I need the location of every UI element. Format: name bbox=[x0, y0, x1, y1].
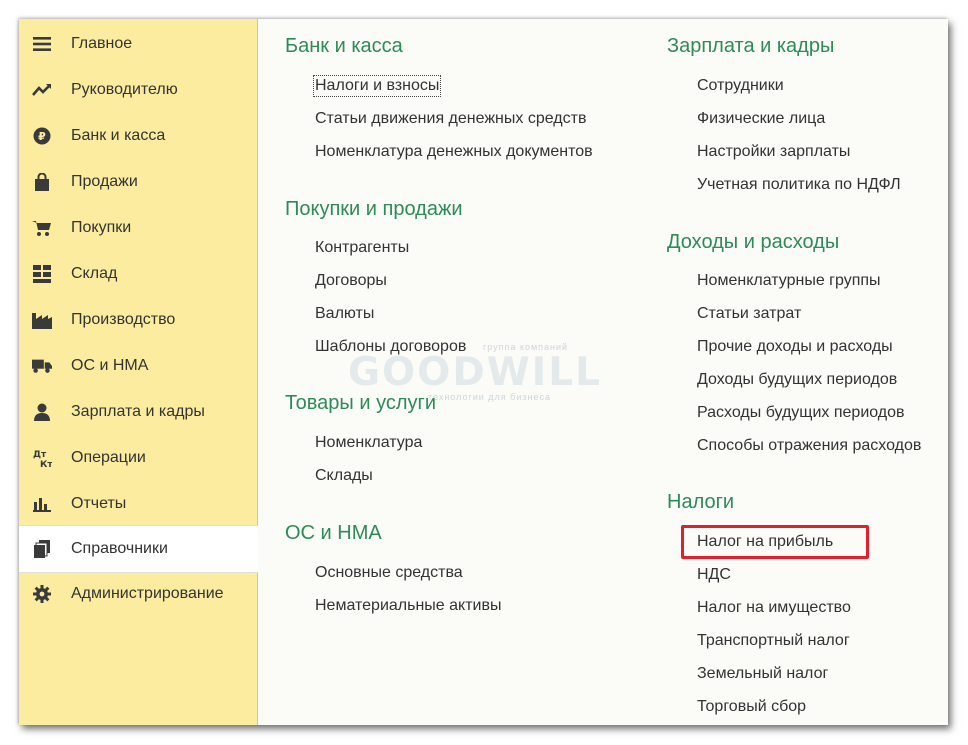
link-deferred-expenses[interactable]: Расходы будущих периодов bbox=[697, 404, 905, 422]
trend-chart-icon bbox=[32, 80, 52, 100]
link-deferred-income[interactable]: Доходы будущих периодов bbox=[697, 371, 897, 389]
sidebar-item-references[interactable]: Справочники bbox=[19, 525, 258, 573]
link-contract-templates[interactable]: Шаблоны договоров bbox=[315, 338, 466, 356]
section-title-fixed-assets: ОС и НМА bbox=[285, 522, 382, 544]
link-other-income-expense[interactable]: Прочие доходы и расходы bbox=[697, 338, 893, 356]
section-title-taxes: Налоги bbox=[667, 491, 735, 513]
sidebar-item-label: Руководителю bbox=[71, 81, 178, 98]
app-window: Главное Руководителю ₽ Банк и касса Прод… bbox=[19, 19, 948, 725]
link-cost-items[interactable]: Статьи затрат bbox=[697, 305, 801, 323]
sidebar-item-operations[interactable]: Дт Кт Операции bbox=[19, 435, 257, 481]
link-currencies[interactable]: Валюты bbox=[315, 305, 374, 323]
debit-credit-icon: Дт Кт bbox=[32, 448, 52, 468]
sidebar-item-label: Производство bbox=[71, 311, 176, 328]
link-expense-reflection-methods[interactable]: Способы отражения расходов bbox=[697, 437, 921, 455]
section-title-income-expense: Доходы и расходы bbox=[667, 231, 840, 253]
sidebar-item-administration[interactable]: Администрирование bbox=[19, 571, 257, 617]
sidebar-item-bank[interactable]: ₽ Банк и касса bbox=[19, 113, 257, 159]
link-land-tax[interactable]: Земельный налог bbox=[697, 665, 828, 683]
sidebar-item-label: Отчеты bbox=[71, 495, 127, 512]
sidebar-item-sales[interactable]: Продажи bbox=[19, 159, 257, 205]
link-individuals[interactable]: Физические лица bbox=[697, 110, 825, 128]
sidebar-item-label: Операции bbox=[71, 449, 146, 466]
gear-icon bbox=[32, 584, 52, 604]
link-salary-settings[interactable]: Настройки зарплаты bbox=[697, 143, 850, 161]
sidebar-item-warehouse[interactable]: Склад bbox=[19, 251, 257, 297]
sidebar-item-label: Продажи bbox=[71, 173, 138, 190]
bar-chart-icon bbox=[32, 494, 52, 514]
link-ndfl-policy[interactable]: Учетная политика по НДФЛ bbox=[697, 176, 901, 194]
truck-icon bbox=[32, 356, 52, 376]
sidebar-item-label: ОС и НМА bbox=[71, 357, 149, 374]
section-title-goods: Товары и услуги bbox=[285, 392, 436, 414]
svg-text:Кт: Кт bbox=[40, 460, 52, 468]
link-cash-flow-items[interactable]: Статьи движения денежных средств bbox=[315, 110, 586, 128]
documents-icon bbox=[32, 539, 52, 559]
sidebar-item-label: Банк и касса bbox=[71, 127, 166, 144]
link-employees[interactable]: Сотрудники bbox=[697, 77, 784, 95]
sidebar-item-fixed-assets[interactable]: ОС и НМА bbox=[19, 343, 257, 389]
menu-lines-icon bbox=[32, 34, 52, 54]
references-panel: Банк и касса Налоги и взносы Статьи движ… bbox=[258, 19, 948, 725]
sections-sidebar: Главное Руководителю ₽ Банк и касса Прод… bbox=[19, 19, 258, 725]
sidebar-item-label: Склад bbox=[71, 265, 118, 282]
sidebar-item-manager[interactable]: Руководителю bbox=[19, 67, 257, 113]
sidebar-item-label: Зарплата и кадры bbox=[71, 403, 205, 420]
section-title-purchases-sales: Покупки и продажи bbox=[285, 198, 463, 220]
person-icon bbox=[32, 402, 52, 422]
link-cash-documents-nomenclature[interactable]: Номенклатура денежных документов bbox=[315, 143, 593, 161]
link-vat[interactable]: НДС bbox=[697, 566, 731, 584]
link-counterparties[interactable]: Контрагенты bbox=[315, 239, 409, 257]
section-title-bank: Банк и касса bbox=[285, 35, 403, 57]
link-nomenclature-groups[interactable]: Номенклатурные группы bbox=[697, 272, 881, 290]
section-title-salary: Зарплата и кадры bbox=[667, 35, 835, 57]
link-property-tax[interactable]: Налог на имущество bbox=[697, 599, 851, 617]
link-trade-fee[interactable]: Торговый сбор bbox=[697, 698, 806, 716]
sidebar-item-label: Справочники bbox=[71, 540, 168, 557]
sidebar-item-reports[interactable]: Отчеты bbox=[19, 481, 257, 527]
link-intangible-assets[interactable]: Нематериальные активы bbox=[315, 597, 501, 615]
link-transport-tax[interactable]: Транспортный налог bbox=[697, 632, 850, 650]
sidebar-item-main[interactable]: Главное bbox=[19, 21, 257, 67]
sidebar-item-production[interactable]: Производство bbox=[19, 297, 257, 343]
sidebar-item-purchases[interactable]: Покупки bbox=[19, 205, 257, 251]
sidebar-item-label: Покупки bbox=[71, 219, 132, 236]
svg-text:₽: ₽ bbox=[38, 130, 46, 143]
sidebar-item-salary[interactable]: Зарплата и кадры bbox=[19, 389, 257, 435]
sidebar-item-label: Главное bbox=[71, 35, 133, 52]
sidebar-item-label: Администрирование bbox=[71, 585, 224, 602]
link-fixed-assets[interactable]: Основные средства bbox=[315, 564, 463, 582]
ruble-coin-icon: ₽ bbox=[32, 126, 52, 146]
warehouse-grid-icon bbox=[32, 264, 52, 284]
shopping-cart-icon bbox=[32, 218, 52, 238]
link-taxes-and-fees[interactable]: Налоги и взносы bbox=[312, 75, 442, 97]
svg-text:Дт: Дт bbox=[33, 450, 47, 460]
link-nomenclature[interactable]: Номенклатура bbox=[315, 434, 422, 452]
shopping-bag-icon bbox=[32, 172, 52, 192]
link-contracts[interactable]: Договоры bbox=[315, 272, 387, 290]
factory-icon bbox=[32, 310, 52, 330]
link-warehouses[interactable]: Склады bbox=[315, 467, 373, 485]
link-profit-tax[interactable]: Налог на прибыль bbox=[697, 533, 833, 551]
